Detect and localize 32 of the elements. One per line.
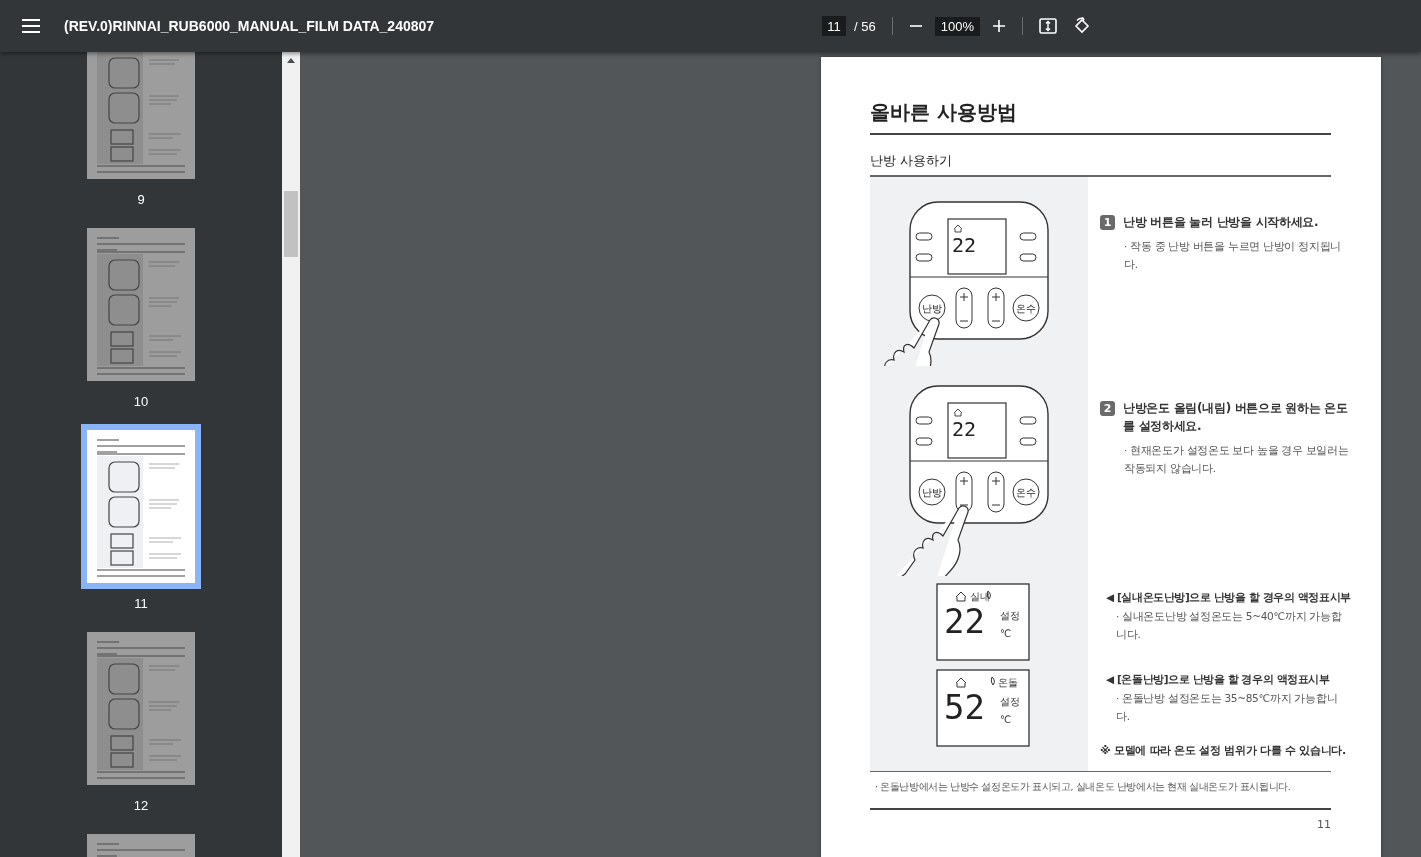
display-drawing: 온돌 52 설정 ℃ (936, 669, 1030, 747)
step-number: 1 (1100, 215, 1115, 230)
step-note: · 작동 중 난방 버튼을 누르면 난방이 정지됩니다. (1124, 239, 1342, 272)
section-title: 난방 사용하기 (870, 152, 954, 170)
page-title: 올바른 사용방법 (870, 99, 1018, 126)
step-heading: 난방온도 올림(내림) 버튼으로 원하는 온도를 설정하세요. (1123, 400, 1349, 435)
footnote: · 온돌난방에서는 난방수 설정온도가 표시되고, 실내온도 난방에서는 현재 실내온도가 표시됩니다. (875, 781, 1291, 794)
page-thumbnail[interactable] (87, 52, 195, 179)
scroll-thumb[interactable] (284, 191, 298, 257)
page-number-field[interactable]: 11 (822, 16, 846, 36)
scrollbar[interactable] (282, 52, 300, 857)
page-number: 11 (1317, 818, 1331, 831)
remark: ※ 모델에 따라 온도 설정 범위가 다를 수 있습니다. (1100, 743, 1347, 758)
scroll-up-icon[interactable] (287, 58, 295, 63)
display-note: · 실내온도난방 설정온도는 5~40℃까지 가능합니다. (1116, 609, 1343, 642)
step-note: · 현재온도가 설정온도 보다 높을 경우 보일러는 작동되지 않습니다. (1124, 443, 1350, 476)
page-thumbnail[interactable] (81, 424, 201, 589)
page-count: / 56 (854, 18, 876, 34)
display-caption: ◀ [실내온도난방]으로 난방을 할 경우의 액정표시부 (1106, 590, 1351, 605)
page-label: 10 (133, 394, 149, 409)
page-label: 9 (137, 192, 145, 207)
page-thumbnail[interactable] (87, 632, 195, 785)
page-thumbnail[interactable] (87, 228, 195, 381)
document-title: (REV.0)RINNAI_RUB6000_MANUAL_FILM DATA_240807 (64, 18, 436, 34)
display-note: · 온돌난방 설정온도는 35~85℃까지 가능합니다. (1116, 691, 1339, 724)
zoom-level[interactable]: 100% (934, 16, 980, 36)
display-caption: ◀ [온돌난방]으로 난방을 할 경우의 액정표시부 (1106, 672, 1331, 687)
step-number: 2 (1100, 401, 1115, 416)
step-heading: 난방 버튼을 눌러 난방을 시작하세요. (1123, 214, 1319, 231)
page-label: 12 (133, 798, 149, 813)
page-label: 11 (134, 596, 148, 611)
display-drawing: 실내 22 설정 ℃ (936, 583, 1030, 661)
